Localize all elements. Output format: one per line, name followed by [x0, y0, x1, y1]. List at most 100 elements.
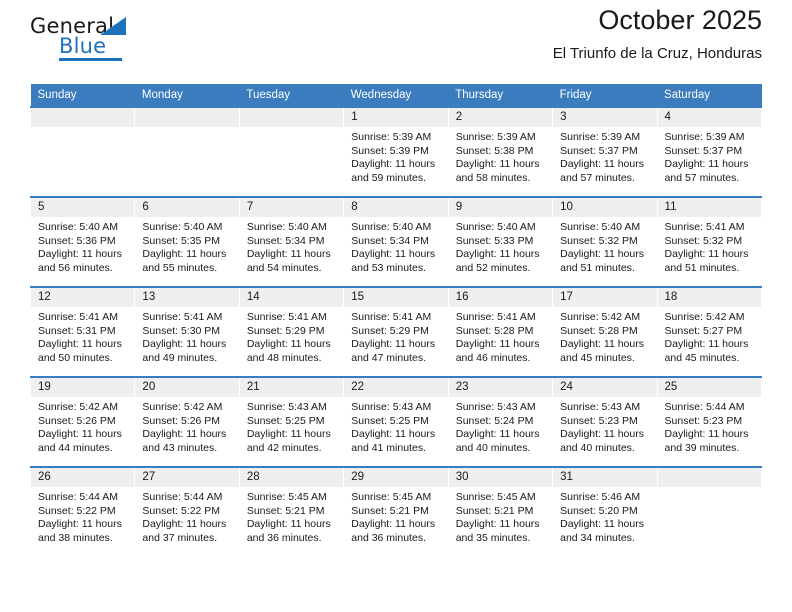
- sunrise-line: Sunrise: 5:41 AM: [246, 311, 327, 323]
- day-details: Sunrise: 5:42 AM Sunset: 5:26 PM Daylight:…: [135, 397, 238, 455]
- calendar-day-cell[interactable]: 2 Sunrise: 5:39 AM Sunset: 5:38 PM Daylight…: [447, 106, 554, 197]
- calendar-day-cell[interactable]: 11 Sunrise: 5:41 AM Sunset: 5:32 PM Dayligh…: [656, 196, 763, 287]
- day-cell-inner: 22 Sunrise: 5:43 AM Sunset: 5:25 PM Dayligh…: [344, 378, 448, 466]
- calendar-day-cell[interactable]: 15 Sunrise: 5:41 AM Sunset: 5:29 PM Dayligh…: [343, 286, 449, 377]
- calendar-week-row: 1 Sunrise: 5:39 AM Sunset: 5:39 PM Daylight…: [29, 106, 763, 197]
- calendar-day-cell[interactable]: 3 Sunrise: 5:39 AM Sunset: 5:37 PM Daylight…: [552, 106, 658, 197]
- sunset-line: Sunset: 5:36 PM: [38, 234, 116, 247]
- sunrise-line: Sunrise: 5:40 AM: [351, 221, 432, 233]
- daylight-line: Daylight: 11 hours: [38, 518, 122, 531]
- day-number: 8: [344, 198, 448, 217]
- weekday-header-wednesday: Wednesday: [343, 84, 449, 107]
- calendar-day-cell[interactable]: 19 Sunrise: 5:42 AM Sunset: 5:26 PM Dayligh…: [29, 376, 136, 467]
- sunset-line: Sunset: 5:33 PM: [455, 234, 534, 247]
- calendar-day-cell[interactable]: 9 Sunrise: 5:40 AM Sunset: 5:33 PM Daylight…: [447, 196, 554, 287]
- calendar-day-cell[interactable]: 28 Sunrise: 5:45 AM Sunset: 5:21 PM Dayligh…: [238, 466, 345, 556]
- calendar-header-row: Sunday Monday Tuesday Wednesday Thursday…: [30, 84, 762, 107]
- calendar-day-cell[interactable]: 17 Sunrise: 5:42 AM Sunset: 5:28 PM Dayligh…: [552, 286, 658, 377]
- day-details: Sunrise: 5:43 AM Sunset: 5:25 PM Daylight:…: [240, 397, 343, 455]
- calendar-day-cell[interactable]: 13 Sunrise: 5:41 AM Sunset: 5:30 PM Dayligh…: [134, 286, 240, 377]
- calendar-day-cell[interactable]: 7 Sunrise: 5:40 AM Sunset: 5:34 PM Daylight…: [238, 196, 345, 287]
- calendar-day-cell[interactable]: 29 Sunrise: 5:45 AM Sunset: 5:21 PM Dayligh…: [343, 466, 449, 556]
- daylight-line: Daylight: 11 hours: [664, 428, 749, 441]
- day-number: 26: [31, 468, 135, 487]
- sunrise-sunset-calendar-table: Sunday Monday Tuesday Wednesday Thursday…: [29, 84, 763, 556]
- calendar-day-cell[interactable]: 25 Sunrise: 5:44 AM Sunset: 5:23 PM Dayligh…: [656, 376, 763, 467]
- day-number: 29: [344, 468, 448, 487]
- daylight-line-cont: and 55 minutes.: [142, 261, 218, 274]
- day-number: 13: [135, 288, 239, 307]
- day-number: 27: [135, 468, 239, 487]
- weekday-header-saturday: Saturday: [657, 84, 762, 107]
- calendar-day-cell[interactable]: 14 Sunrise: 5:41 AM Sunset: 5:29 PM Dayligh…: [238, 286, 345, 377]
- calendar-day-cell[interactable]: 16 Sunrise: 5:41 AM Sunset: 5:28 PM Dayligh…: [447, 286, 554, 377]
- daylight-line-cont: and 53 minutes.: [351, 261, 426, 274]
- calendar-day-cell[interactable]: 1 Sunrise: 5:39 AM Sunset: 5:39 PM Daylight…: [343, 106, 449, 197]
- day-cell-inner: [31, 108, 135, 196]
- day-details: Sunrise: 5:40 AM Sunset: 5:34 PM Daylight:…: [240, 217, 343, 275]
- day-number: 11: [657, 198, 761, 217]
- calendar-day-cell-empty: [134, 106, 240, 197]
- calendar-day-cell[interactable]: 21 Sunrise: 5:43 AM Sunset: 5:25 PM Dayligh…: [238, 376, 345, 467]
- sunset-line: Sunset: 5:29 PM: [246, 324, 325, 337]
- day-cell-inner: 17 Sunrise: 5:42 AM Sunset: 5:28 PM Dayligh…: [553, 288, 657, 376]
- day-cell-inner: 25 Sunrise: 5:44 AM Sunset: 5:23 PM Dayligh…: [657, 378, 761, 466]
- calendar-day-cell[interactable]: 12 Sunrise: 5:41 AM Sunset: 5:31 PM Dayligh…: [29, 286, 136, 377]
- day-details: Sunrise: 5:41 AM Sunset: 5:32 PM Daylight:…: [658, 217, 761, 275]
- calendar-day-cell[interactable]: 20 Sunrise: 5:42 AM Sunset: 5:26 PM Dayligh…: [134, 376, 240, 467]
- day-details: Sunrise: 5:42 AM Sunset: 5:27 PM Daylight:…: [658, 307, 761, 365]
- daylight-line-cont: and 35 minutes.: [455, 531, 531, 544]
- day-cell-inner: 21 Sunrise: 5:43 AM Sunset: 5:25 PM Dayligh…: [239, 378, 344, 466]
- calendar-day-cell[interactable]: 24 Sunrise: 5:43 AM Sunset: 5:23 PM Dayligh…: [552, 376, 658, 467]
- calendar-day-cell[interactable]: 26 Sunrise: 5:44 AM Sunset: 5:22 PM Dayligh…: [29, 466, 136, 556]
- calendar-day-cell[interactable]: 5 Sunrise: 5:40 AM Sunset: 5:36 PM Daylight…: [29, 196, 136, 287]
- sunrise-line: Sunrise: 5:39 AM: [664, 131, 745, 143]
- sunrise-line: Sunrise: 5:40 AM: [246, 221, 327, 233]
- sunset-line: Sunset: 5:26 PM: [38, 414, 116, 427]
- day-number: 7: [239, 198, 344, 217]
- day-details: Sunrise: 5:41 AM Sunset: 5:28 PM Daylight:…: [449, 307, 552, 365]
- weekday-header-friday: Friday: [552, 84, 658, 107]
- sunrise-line: Sunrise: 5:41 AM: [142, 311, 223, 323]
- sunset-line: Sunset: 5:26 PM: [142, 414, 221, 427]
- sunset-line: Sunset: 5:21 PM: [455, 504, 534, 517]
- sunrise-line: Sunrise: 5:45 AM: [351, 491, 432, 503]
- calendar-day-cell[interactable]: 31 Sunrise: 5:46 AM Sunset: 5:20 PM Dayligh…: [552, 466, 658, 556]
- day-details: Sunrise: 5:40 AM Sunset: 5:35 PM Daylight:…: [135, 217, 238, 275]
- daylight-line-cont: and 56 minutes.: [38, 261, 113, 274]
- daylight-line: Daylight: 11 hours: [455, 158, 540, 171]
- calendar-day-cell-empty: [656, 466, 763, 556]
- sunrise-line: Sunrise: 5:42 AM: [560, 311, 641, 323]
- calendar-day-cell[interactable]: 27 Sunrise: 5:44 AM Sunset: 5:22 PM Dayligh…: [134, 466, 240, 556]
- day-number: 3: [553, 108, 657, 127]
- day-details: Sunrise: 5:39 AM Sunset: 5:38 PM Daylight:…: [449, 127, 552, 185]
- calendar-day-cell[interactable]: 8 Sunrise: 5:40 AM Sunset: 5:34 PM Daylight…: [343, 196, 449, 287]
- sunrise-line: Sunrise: 5:41 AM: [351, 311, 432, 323]
- day-cell-inner: 3 Sunrise: 5:39 AM Sunset: 5:37 PM Daylight…: [553, 108, 657, 196]
- daylight-line-cont: and 46 minutes.: [455, 351, 531, 364]
- calendar-day-cell[interactable]: 30 Sunrise: 5:45 AM Sunset: 5:21 PM Dayligh…: [447, 466, 554, 556]
- daylight-line: Daylight: 11 hours: [455, 428, 540, 441]
- day-cell-inner: 23 Sunrise: 5:43 AM Sunset: 5:24 PM Dayligh…: [448, 378, 553, 466]
- calendar-day-cell[interactable]: 18 Sunrise: 5:42 AM Sunset: 5:27 PM Dayligh…: [656, 286, 763, 377]
- sunset-line: Sunset: 5:32 PM: [664, 234, 743, 247]
- day-number: [31, 108, 135, 127]
- day-details: Sunrise: 5:40 AM Sunset: 5:36 PM Daylight:…: [31, 217, 134, 275]
- calendar-day-cell[interactable]: 10 Sunrise: 5:40 AM Sunset: 5:32 PM Dayligh…: [552, 196, 658, 287]
- day-number: [657, 468, 761, 487]
- day-number: 19: [31, 378, 135, 397]
- day-cell-inner: 11 Sunrise: 5:41 AM Sunset: 5:32 PM Dayligh…: [657, 198, 761, 286]
- sunrise-line: Sunrise: 5:44 AM: [142, 491, 223, 503]
- sunrise-line: Sunrise: 5:43 AM: [246, 401, 327, 413]
- day-details: [658, 487, 761, 491]
- day-cell-inner: 2 Sunrise: 5:39 AM Sunset: 5:38 PM Daylight…: [448, 108, 553, 196]
- daylight-line-cont: and 51 minutes.: [560, 261, 635, 274]
- calendar-day-cell[interactable]: 23 Sunrise: 5:43 AM Sunset: 5:24 PM Dayligh…: [447, 376, 554, 467]
- calendar-day-cell[interactable]: 6 Sunrise: 5:40 AM Sunset: 5:35 PM Daylight…: [134, 196, 240, 287]
- daylight-line-cont: and 45 minutes.: [560, 351, 635, 364]
- calendar-day-cell[interactable]: 22 Sunrise: 5:43 AM Sunset: 5:25 PM Dayligh…: [343, 376, 449, 467]
- daylight-line: Daylight: 11 hours: [560, 338, 644, 351]
- calendar-day-cell[interactable]: 4 Sunrise: 5:39 AM Sunset: 5:37 PM Daylight…: [656, 106, 763, 197]
- daylight-line-cont: and 59 minutes.: [351, 171, 426, 184]
- day-number: 24: [553, 378, 657, 397]
